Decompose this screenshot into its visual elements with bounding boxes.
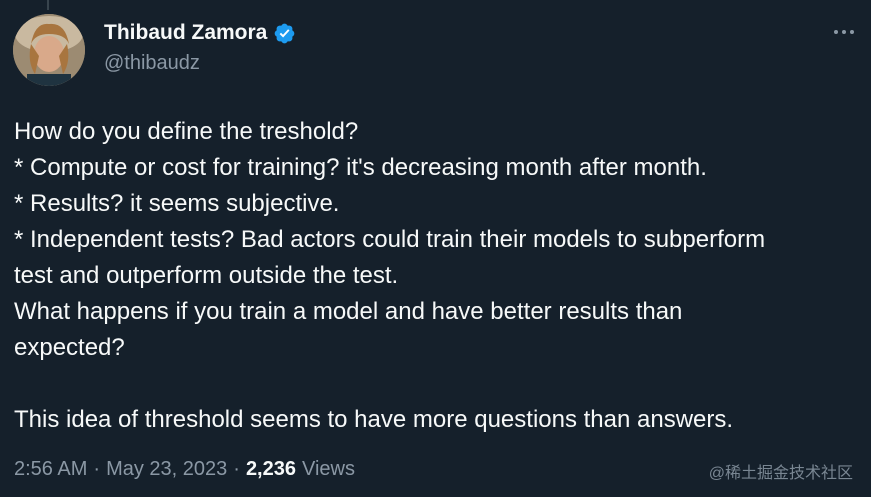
views-count: 2,236 [245,458,296,480]
views-label: Views [302,458,355,480]
tweet-text-line: What happens if you train a model and ha… [14,298,683,325]
tweet-text-line: * Compute or cost for training? it's dec… [14,154,707,181]
tweet-time-link[interactable]: 2:56 AM [14,458,87,481]
thread-connector-line [47,0,49,10]
tweet-text-blank-line [14,366,864,402]
tweet-text-line: This idea of threshold seems to have mor… [14,406,734,433]
meta-separator: · [93,458,101,480]
author-display-name[interactable]: Thibaud Zamora [104,21,267,45]
meta-separator: · [233,458,240,480]
more-horizontal-icon-dot [842,30,846,34]
avatar[interactable] [13,14,85,86]
tweet-text: How do you define the treshold? * Comput… [14,114,864,438]
tweet-text-line: expected? [14,334,125,361]
tweet-text-line: How do you define the treshold? [14,118,359,145]
more-options-button[interactable] [827,20,861,44]
more-horizontal-icon-dot [850,30,854,34]
watermark: @稀土掘金技术社区 [708,465,853,482]
more-horizontal-icon [834,30,838,34]
verified-badge-icon [273,22,296,45]
author-handle[interactable]: @thibaudz [104,52,200,75]
author-name-row: Thibaud Zamora [104,21,296,45]
tweet-text-line: * Results? it seems subjective. [14,190,340,217]
tweet-text-line: test and outperform outside the test. [14,262,399,289]
tweet-date-link[interactable]: May 23, 2023 [106,458,227,481]
tweet-text-line: * Independent tests? Bad actors could tr… [14,226,766,253]
avatar-image [13,14,85,86]
tweet-meta: 2:56 AM · May 23, 2023 · 2,236 Views [14,458,355,481]
